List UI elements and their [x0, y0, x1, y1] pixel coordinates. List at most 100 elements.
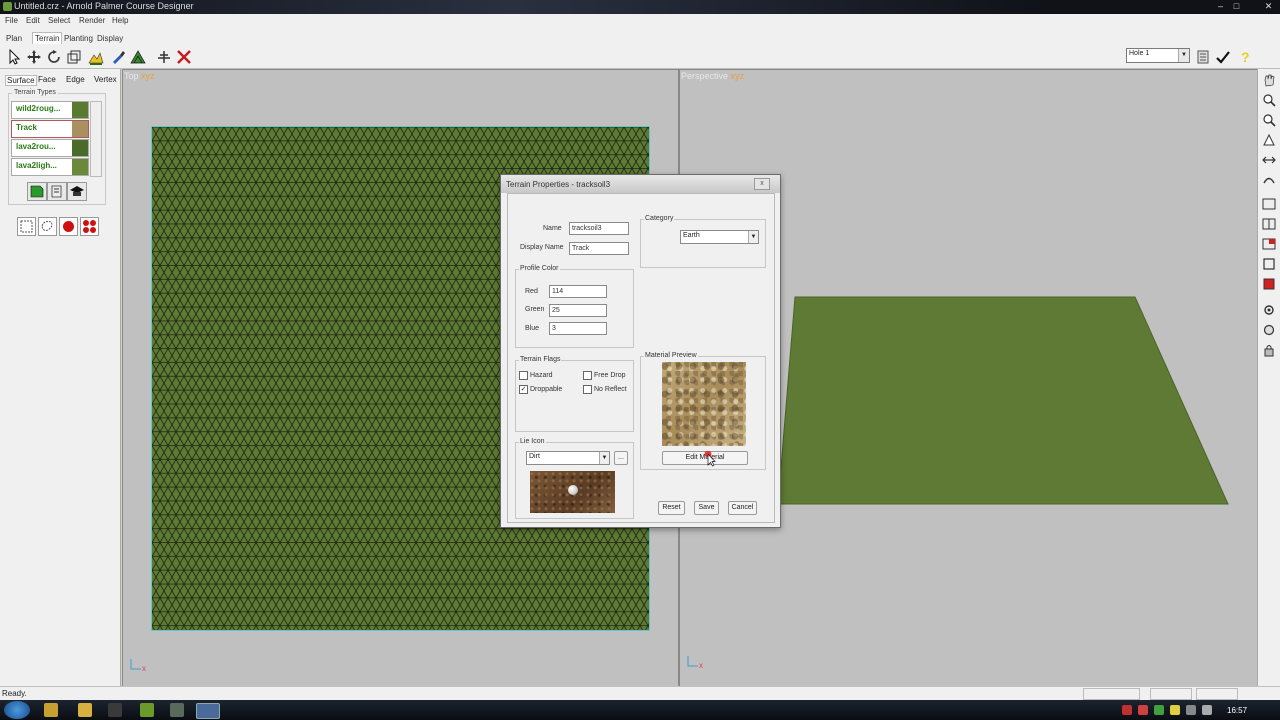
- tab-planting[interactable]: Planting: [64, 34, 93, 43]
- hole-select[interactable]: Hole 1 ▼: [1126, 48, 1190, 63]
- help-icon[interactable]: ?: [1237, 49, 1253, 65]
- view-red-icon[interactable]: [1262, 237, 1276, 251]
- notepad-icon[interactable]: [1195, 49, 1211, 65]
- tab-face[interactable]: Face: [38, 75, 56, 84]
- tab-edge[interactable]: Edge: [66, 75, 85, 84]
- tab-vertex[interactable]: Vertex: [94, 75, 117, 84]
- menu-select[interactable]: Select: [48, 16, 70, 25]
- status-bar: Ready.: [0, 686, 1280, 701]
- terrain-edit-icon[interactable]: [88, 49, 104, 65]
- droppable-checkbox[interactable]: ✓: [519, 385, 528, 394]
- checkmark-icon[interactable]: [1215, 49, 1231, 65]
- tray-icon[interactable]: [1138, 705, 1148, 715]
- explorer-taskbar-icon[interactable]: [44, 703, 58, 717]
- view-single-icon[interactable]: [1262, 197, 1276, 211]
- green-field[interactable]: 25: [549, 304, 607, 317]
- lie-icon-select[interactable]: Dirt ▼: [526, 451, 610, 465]
- menu-bar: File Edit Select Render Help: [0, 14, 1280, 28]
- menu-help[interactable]: Help: [112, 16, 128, 25]
- add-terrain-button[interactable]: [27, 182, 47, 201]
- red-box-icon[interactable]: [1262, 277, 1276, 291]
- terrain-swatch: [72, 102, 88, 118]
- edit-terrain-button[interactable]: [47, 182, 67, 201]
- material-preview-label: Material Preview: [644, 352, 698, 359]
- display-name-field[interactable]: Track: [569, 242, 629, 255]
- cancel-button[interactable]: Cancel: [728, 501, 757, 515]
- app-taskbar-icon[interactable]: [140, 703, 154, 717]
- start-button[interactable]: [4, 701, 30, 719]
- rect-select-button[interactable]: [17, 217, 36, 236]
- terrain-type-item[interactable]: lava2rou...: [11, 139, 89, 157]
- settings-icon[interactable]: [1262, 303, 1276, 317]
- terrain-type-item[interactable]: lava2ligh...: [11, 158, 89, 176]
- rotate-icon[interactable]: [46, 49, 62, 65]
- menu-edit[interactable]: Edit: [26, 16, 40, 25]
- terrain-swatch: [72, 121, 88, 137]
- pan-hand-icon[interactable]: [1262, 73, 1276, 87]
- volume-icon[interactable]: [1202, 705, 1212, 715]
- paint-brush-icon[interactable]: [110, 49, 126, 65]
- dialog-close-button[interactable]: x: [754, 178, 770, 190]
- course-designer-taskbar-icon[interactable]: [196, 703, 220, 719]
- terrain-types-scrollbar[interactable]: [90, 101, 102, 177]
- lasso-select-button[interactable]: [38, 217, 57, 236]
- terrain-type-item[interactable]: wild2roug...: [11, 101, 89, 119]
- multi-circle-icon: [83, 220, 96, 233]
- name-field[interactable]: tracksoil3: [569, 222, 629, 235]
- walk-icon[interactable]: [1262, 153, 1276, 167]
- brush-select-button[interactable]: [59, 217, 78, 236]
- multi-brush-button[interactable]: [80, 217, 99, 236]
- view-split-icon[interactable]: [1262, 217, 1276, 231]
- menu-render[interactable]: Render: [79, 16, 105, 25]
- no-reflect-checkbox[interactable]: [583, 385, 592, 394]
- red-field[interactable]: 114: [549, 285, 607, 298]
- terrain-library-button[interactable]: [67, 182, 87, 201]
- status-panel: [1150, 688, 1192, 700]
- tab-surface[interactable]: Surface: [5, 75, 37, 86]
- terrain-type-name: Track: [16, 123, 37, 132]
- taskbar: 16:57: [0, 700, 1280, 720]
- free-drop-checkbox[interactable]: [583, 371, 592, 380]
- dialog-title-bar[interactable]: Terrain Properties - tracksoil3 x: [501, 175, 780, 193]
- tab-display[interactable]: Display: [97, 34, 123, 43]
- terrain-type-item-selected[interactable]: Track: [11, 120, 89, 138]
- camera-icon[interactable]: [1262, 323, 1276, 337]
- maximize-button[interactable]: □: [1230, 1, 1243, 12]
- folder-taskbar-icon[interactable]: [78, 703, 92, 717]
- orbit-icon[interactable]: [1262, 133, 1276, 147]
- hazard-checkbox[interactable]: [519, 371, 528, 380]
- frame-icon[interactable]: [1262, 257, 1276, 271]
- clock[interactable]: 16:57: [1227, 706, 1247, 715]
- material-preview-image: [662, 362, 746, 446]
- select-arrow-icon[interactable]: [6, 49, 22, 65]
- eraser-icon[interactable]: [156, 49, 172, 65]
- scale-icon[interactable]: [66, 49, 82, 65]
- browse-button[interactable]: ...: [614, 451, 628, 465]
- app-taskbar-icon[interactable]: [170, 703, 184, 717]
- minimize-button[interactable]: –: [1214, 1, 1227, 12]
- save-button[interactable]: Save: [694, 501, 719, 515]
- tray-icon[interactable]: [1154, 705, 1164, 715]
- category-select[interactable]: Earth ▼: [680, 230, 759, 244]
- terrain-type-name: lava2ligh...: [16, 161, 57, 170]
- media-taskbar-icon[interactable]: [108, 703, 122, 717]
- move-icon[interactable]: [26, 49, 42, 65]
- tab-plan[interactable]: Plan: [6, 34, 22, 43]
- network-icon[interactable]: [1186, 705, 1196, 715]
- delete-icon[interactable]: [176, 49, 192, 65]
- no-reflect-label: No Reflect: [594, 386, 627, 393]
- fly-icon[interactable]: [1262, 173, 1276, 187]
- terrain-properties-dialog: Terrain Properties - tracksoil3 x Name t…: [500, 174, 781, 528]
- mountain-icon[interactable]: [130, 49, 146, 65]
- lock-icon[interactable]: [1262, 343, 1276, 357]
- reset-button[interactable]: Reset: [658, 501, 685, 515]
- menu-file[interactable]: File: [5, 16, 18, 25]
- close-button[interactable]: ✕: [1262, 1, 1275, 12]
- tray-icon[interactable]: [1122, 705, 1132, 715]
- zoom-icon[interactable]: [1262, 113, 1276, 127]
- tray-icon[interactable]: [1170, 705, 1180, 715]
- zoom-extents-icon[interactable]: [1262, 93, 1276, 107]
- status-panel: [1083, 688, 1140, 700]
- blue-field[interactable]: 3: [549, 322, 607, 335]
- tab-terrain[interactable]: Terrain: [32, 32, 63, 44]
